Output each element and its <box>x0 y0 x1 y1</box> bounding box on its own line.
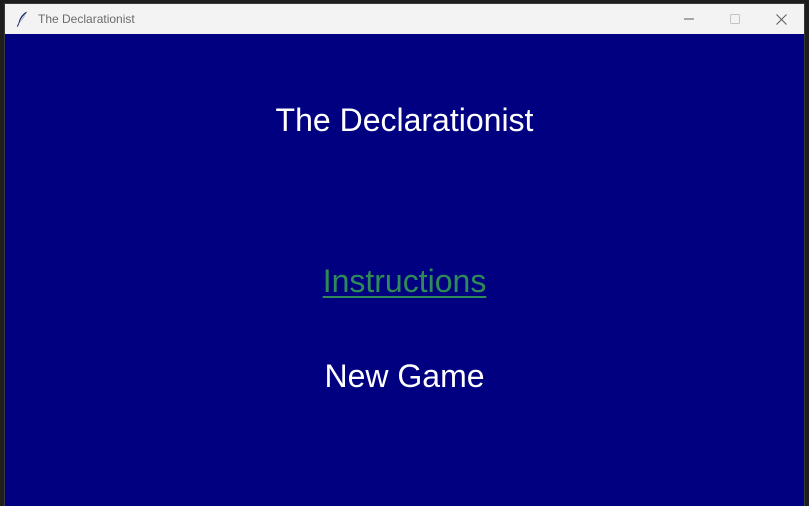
maximize-icon <box>730 14 740 24</box>
minimize-icon <box>684 18 694 20</box>
new-game-label: New Game <box>324 358 485 394</box>
close-button[interactable] <box>758 4 804 34</box>
window-title: The Declarationist <box>38 12 135 26</box>
feather-icon <box>14 11 30 27</box>
window-controls <box>666 4 804 34</box>
close-icon <box>775 13 787 25</box>
app-window: The Declarationist The Declarationist In… <box>4 3 805 506</box>
minimize-button[interactable] <box>666 4 712 34</box>
maximize-button[interactable] <box>712 4 758 34</box>
instructions-label: Instructions <box>322 263 487 299</box>
instructions-button[interactable]: Instructions <box>5 261 804 301</box>
new-game-button[interactable]: New Game <box>5 356 804 396</box>
main-menu-screen: The Declarationist Instructions New Game <box>5 34 804 506</box>
title-bar[interactable]: The Declarationist <box>5 4 804 34</box>
game-title: The Declarationist <box>275 102 534 138</box>
